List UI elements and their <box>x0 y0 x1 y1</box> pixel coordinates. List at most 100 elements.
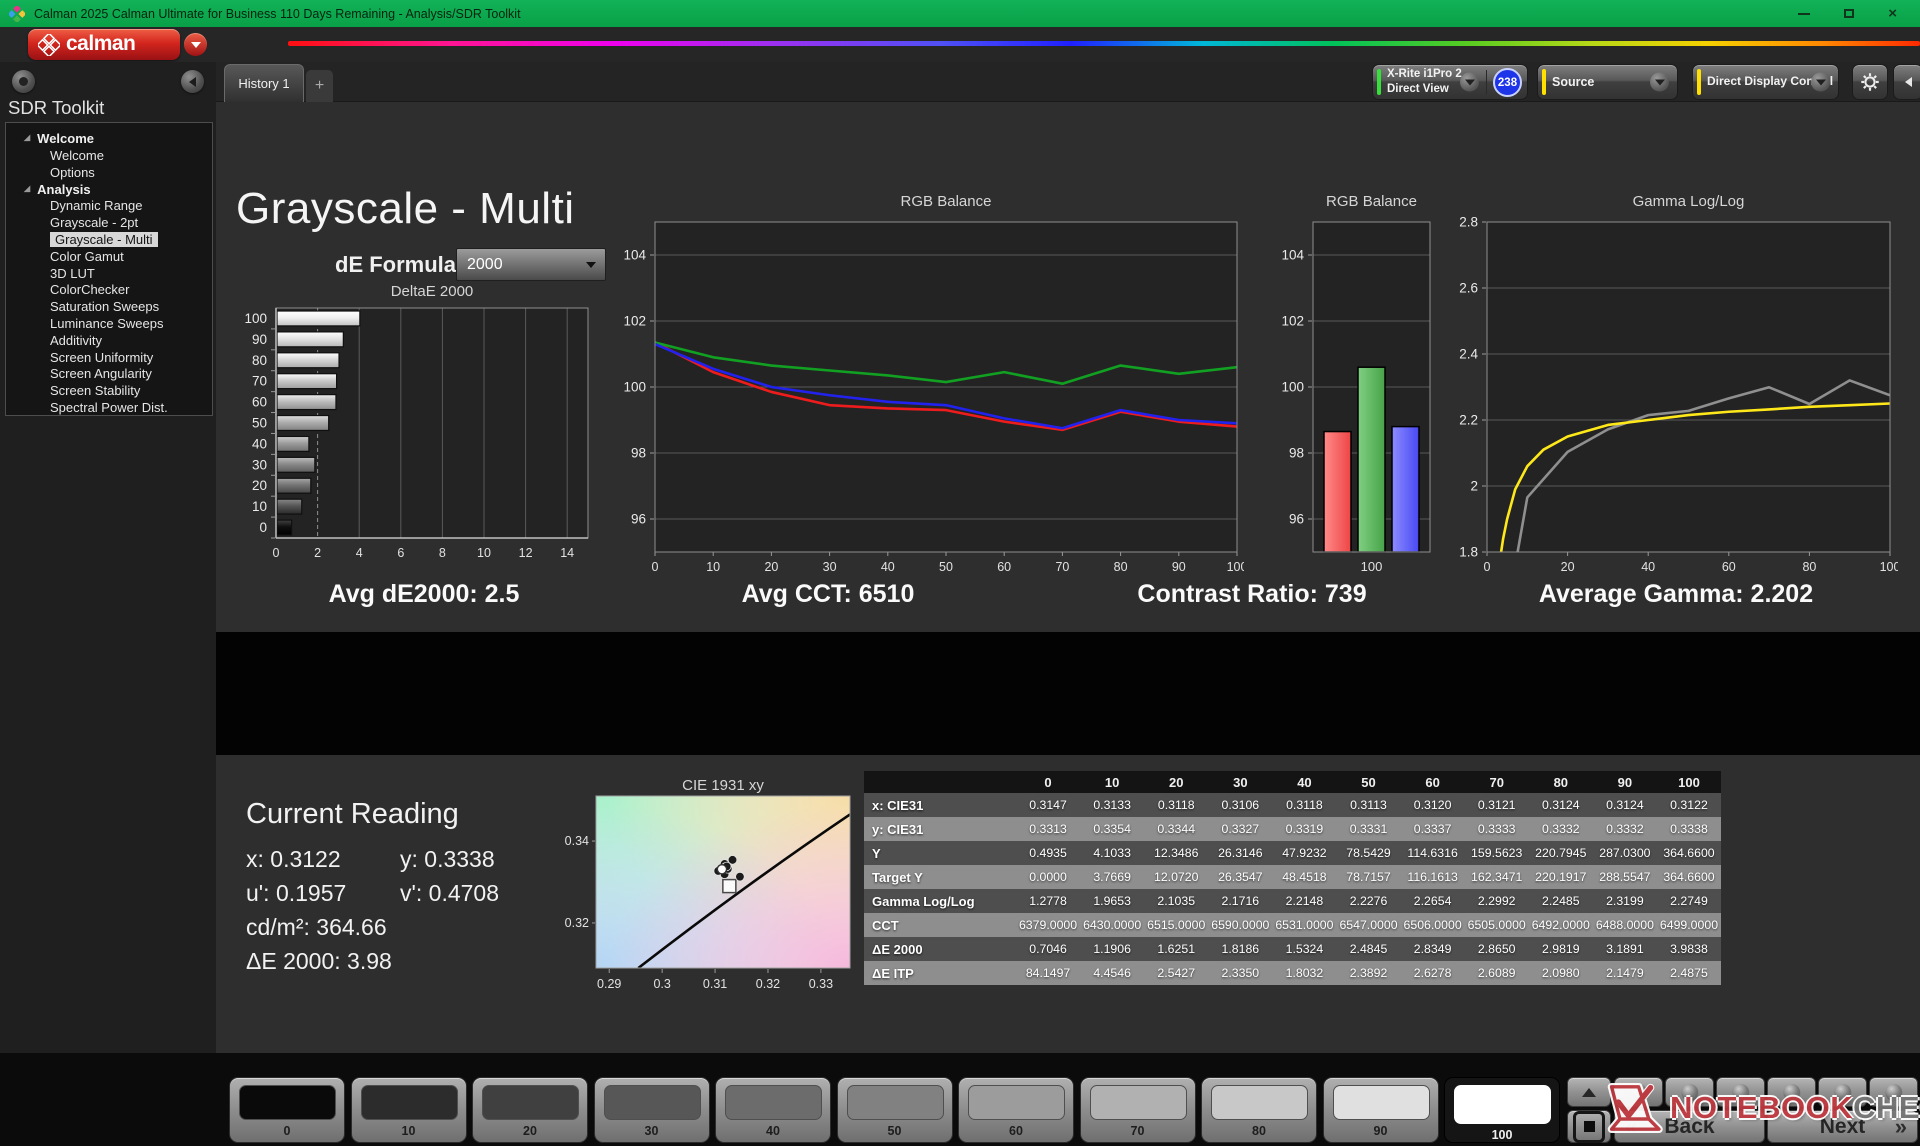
sidebar-item-spectral-power-dist[interactable]: Spectral Power Dist. <box>6 399 212 416</box>
table-cell: 0.3133 <box>1093 798 1131 812</box>
table-cell: 0.3118 <box>1157 798 1195 812</box>
table-column-header: 40 <box>1297 774 1312 790</box>
table-cell: 0.3313 <box>1029 822 1067 836</box>
add-tab-button[interactable]: + <box>306 70 333 102</box>
sidebar-item-grayscale-multi[interactable]: Grayscale - Multi <box>6 231 212 248</box>
level-button-50[interactable]: 50 <box>836 1077 953 1143</box>
display-control-dropdown[interactable]: Direct Display Control <box>1692 64 1839 100</box>
sidebar-item-color-gamut[interactable]: Color Gamut <box>6 248 212 265</box>
svg-text:100: 100 <box>1361 559 1383 574</box>
svg-text:2.4: 2.4 <box>1459 347 1478 362</box>
tree-expand-icon[interactable]: ◢ <box>24 133 30 142</box>
sidebar-item-luminance-sweeps[interactable]: Luminance Sweeps <box>6 315 212 332</box>
level-swatch <box>846 1085 944 1120</box>
level-swatch <box>239 1085 336 1120</box>
level-label: 70 <box>1130 1124 1145 1138</box>
de-formula-select[interactable]: 2000 <box>456 248 606 281</box>
table-row: x: CIE31 0.3147 0.3133 0.3118 0.3106 0.3118 0.… <box>864 793 1721 817</box>
level-button-90[interactable]: 90 <box>1322 1077 1439 1143</box>
level-button-70[interactable]: 70 <box>1079 1077 1196 1143</box>
svg-text:2: 2 <box>1470 479 1478 494</box>
sidebar-item-colorchecker[interactable]: ColorChecker <box>6 282 212 299</box>
svg-text:20: 20 <box>1561 560 1575 574</box>
calman-logo-button[interactable]: calman <box>28 29 180 60</box>
svg-text:0.32: 0.32 <box>565 916 589 930</box>
sidebar-title: SDR Toolkit <box>8 97 105 118</box>
meter-mode: Direct View <box>1387 83 1449 95</box>
notebookcheck-logo-icon <box>1607 1083 1663 1133</box>
sidebar-item-analysis[interactable]: ◢ Analysis <box>6 181 212 198</box>
sidebar-item-3d-lut[interactable]: 3D LUT <box>6 265 212 282</box>
table-cell: 2.2749 <box>1670 894 1708 908</box>
svg-text:80: 80 <box>1114 560 1128 574</box>
table-column-header: 60 <box>1425 774 1440 790</box>
maximize-icon[interactable] <box>1844 9 1855 18</box>
table-row-label: CCT <box>872 917 899 933</box>
meter-dropdown[interactable]: X-Rite i1Pro 2 Direct View 238 <box>1372 64 1528 100</box>
de-formula-label: dE Formula: <box>335 252 464 277</box>
sidebar-item-options[interactable]: Options <box>6 164 212 181</box>
close-icon[interactable]: × <box>1888 6 1897 21</box>
de-formula-value: 2000 <box>467 255 503 273</box>
sidebar-item-welcome[interactable]: ◢ Welcome <box>6 130 212 147</box>
table-cell: 3.9838 <box>1670 942 1708 956</box>
tree-item-label: Grayscale - Multi <box>50 232 158 248</box>
table-cell: 6379.0000 <box>1018 918 1078 932</box>
sidebar-item-grayscale-2pt[interactable]: Grayscale - 2pt <box>6 214 212 231</box>
table-cell: 3.1891 <box>1606 942 1644 956</box>
svg-text:0.32: 0.32 <box>756 977 780 991</box>
sidebar-item-welcome[interactable]: Welcome <box>6 147 212 164</box>
avg-de2000-stat: Avg dE2000: 2.5 <box>328 580 520 608</box>
level-button-100[interactable]: 100 <box>1444 1077 1560 1143</box>
level-button-40[interactable]: 40 <box>715 1077 831 1143</box>
divider <box>1486 70 1487 94</box>
svg-text:70: 70 <box>252 374 267 389</box>
tree-expand-icon[interactable]: ◢ <box>24 184 30 193</box>
tab-history-1[interactable]: History 1 <box>224 64 304 102</box>
chevron-down-icon <box>1460 72 1479 92</box>
table-cell: 0.3354 <box>1093 822 1131 836</box>
sidebar-item-screen-angularity[interactable]: Screen Angularity <box>6 366 212 383</box>
sidebar-item-screen-stability[interactable]: Screen Stability <box>6 382 212 399</box>
calman-menu-button[interactable] <box>184 33 207 56</box>
svg-text:104: 104 <box>1281 248 1304 263</box>
measurement-table: 0 10 20 30 40 50 60 70 80 90 100 x: CIE31 0.3147 0.31… <box>864 771 1721 985</box>
watermark-gray-text: CHECK <box>1853 1090 1920 1125</box>
source-dropdown[interactable]: Source <box>1537 64 1678 100</box>
table-cell: 6492.0000 <box>1531 918 1590 932</box>
table-column-header: 0 <box>1044 774 1052 790</box>
table-cell: 2.1035 <box>1157 894 1196 908</box>
sidebar-item-additivity[interactable]: Additivity <box>6 332 212 349</box>
chevron-left-icon <box>189 76 196 87</box>
level-button-20[interactable]: 20 <box>472 1077 588 1143</box>
level-button-30[interactable]: 30 <box>593 1077 710 1143</box>
level-button-80[interactable]: 80 <box>1201 1077 1317 1143</box>
level-button-60[interactable]: 60 <box>958 1077 1074 1143</box>
sidebar-item-saturation-sweeps[interactable]: Saturation Sweeps <box>6 298 212 315</box>
level-button-0[interactable]: 0 <box>229 1077 345 1143</box>
record-dot-button[interactable] <box>12 70 35 93</box>
meter-count-badge[interactable]: 238 <box>1493 68 1522 97</box>
sidebar-item-screen-uniformity[interactable]: Screen Uniformity <box>6 349 212 366</box>
table-cell: 48.4518 <box>1282 870 1327 884</box>
tree-item-label: Screen Angularity <box>50 366 152 382</box>
level-button-10[interactable]: 10 <box>350 1077 467 1143</box>
svg-text:0.31: 0.31 <box>703 977 727 991</box>
table-cell: 78.7157 <box>1346 870 1391 884</box>
tree-item-label: Options <box>50 164 95 180</box>
page-title: Grayscale - Multi <box>236 184 575 233</box>
level-swatch <box>603 1085 701 1120</box>
minimize-icon[interactable] <box>1798 12 1811 15</box>
table-cell: 2.2485 <box>1541 894 1580 908</box>
calman-diamond-icon <box>38 33 60 56</box>
settings-button[interactable] <box>1852 64 1888 100</box>
table-cell: 2.2654 <box>1413 894 1452 908</box>
collapse-panel-button[interactable] <box>1893 64 1920 100</box>
level-swatch <box>1211 1085 1308 1120</box>
table-cell: 2.6278 <box>1413 966 1452 980</box>
level-label: 10 <box>401 1124 416 1138</box>
sidebar-item-dynamic-range[interactable]: Dynamic Range <box>6 198 212 215</box>
table-cell: 0.3333 <box>1477 822 1516 836</box>
sidebar-collapse-button[interactable] <box>181 70 204 93</box>
source-status-stripe <box>1542 69 1546 95</box>
